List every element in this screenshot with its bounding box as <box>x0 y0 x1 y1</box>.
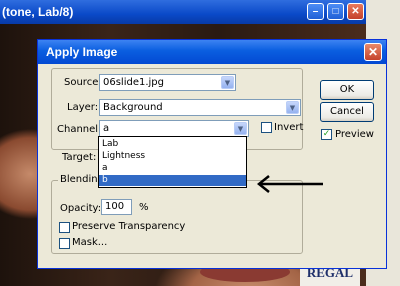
channel-value: a <box>103 123 110 134</box>
minimize-icon[interactable]: – <box>307 3 324 20</box>
dialog-title: Apply Image <box>46 45 118 59</box>
channel-label: Channel: <box>57 124 102 135</box>
dialog-titlebar[interactable]: Apply Image ✕ <box>38 40 386 64</box>
invert-checkbox[interactable] <box>261 122 272 133</box>
photo-window-titlebar[interactable]: (tone, Lab/8) – □ ✕ <box>0 0 366 24</box>
channel-select[interactable]: a ▼ <box>99 120 249 137</box>
annotation-arrow-icon <box>256 175 323 193</box>
opacity-label: Opacity: <box>60 203 102 214</box>
opacity-input[interactable]: 100 <box>101 199 132 215</box>
channel-dropdown-list: Lab Lightness a b <box>98 136 247 188</box>
source-label: Source: <box>64 77 102 88</box>
cancel-button[interactable]: Cancel <box>320 102 374 122</box>
checkmark-icon: ✓ <box>322 129 331 139</box>
close-icon[interactable]: ✕ <box>347 3 364 20</box>
mask-label: Mask... <box>72 237 108 248</box>
source-value: 06slide1.jpg <box>103 77 165 88</box>
layer-select[interactable]: Background ▼ <box>99 99 301 116</box>
layer-label: Layer: <box>67 102 99 113</box>
chevron-down-icon[interactable]: ▼ <box>234 122 247 135</box>
preserve-transparency-checkbox[interactable] <box>59 222 70 233</box>
invert-label: Invert <box>274 122 304 133</box>
chevron-down-icon[interactable]: ▼ <box>221 76 234 89</box>
dropdown-option-lab[interactable]: Lab <box>99 139 246 150</box>
opacity-unit: % <box>139 202 149 213</box>
layer-value: Background <box>103 102 163 113</box>
target-label: Target: <box>62 152 97 163</box>
preview-checkbox[interactable]: ✓ <box>321 129 332 140</box>
photo-window-title: (tone, Lab/8) <box>2 5 74 19</box>
dropdown-option-lightness[interactable]: Lightness <box>99 151 246 162</box>
dialog-close-button[interactable]: ✕ <box>364 43 382 61</box>
source-select[interactable]: 06slide1.jpg ▼ <box>99 74 236 91</box>
chevron-down-icon[interactable]: ▼ <box>286 101 299 114</box>
maximize-icon[interactable]: □ <box>327 3 344 20</box>
preview-label: Preview <box>335 129 374 140</box>
mask-checkbox[interactable] <box>59 238 70 249</box>
dropdown-option-a[interactable]: a <box>99 163 246 174</box>
ok-button[interactable]: OK <box>320 80 374 100</box>
preserve-transparency-label: Preserve Transparency <box>72 221 186 232</box>
dropdown-option-b[interactable]: b <box>99 175 246 186</box>
